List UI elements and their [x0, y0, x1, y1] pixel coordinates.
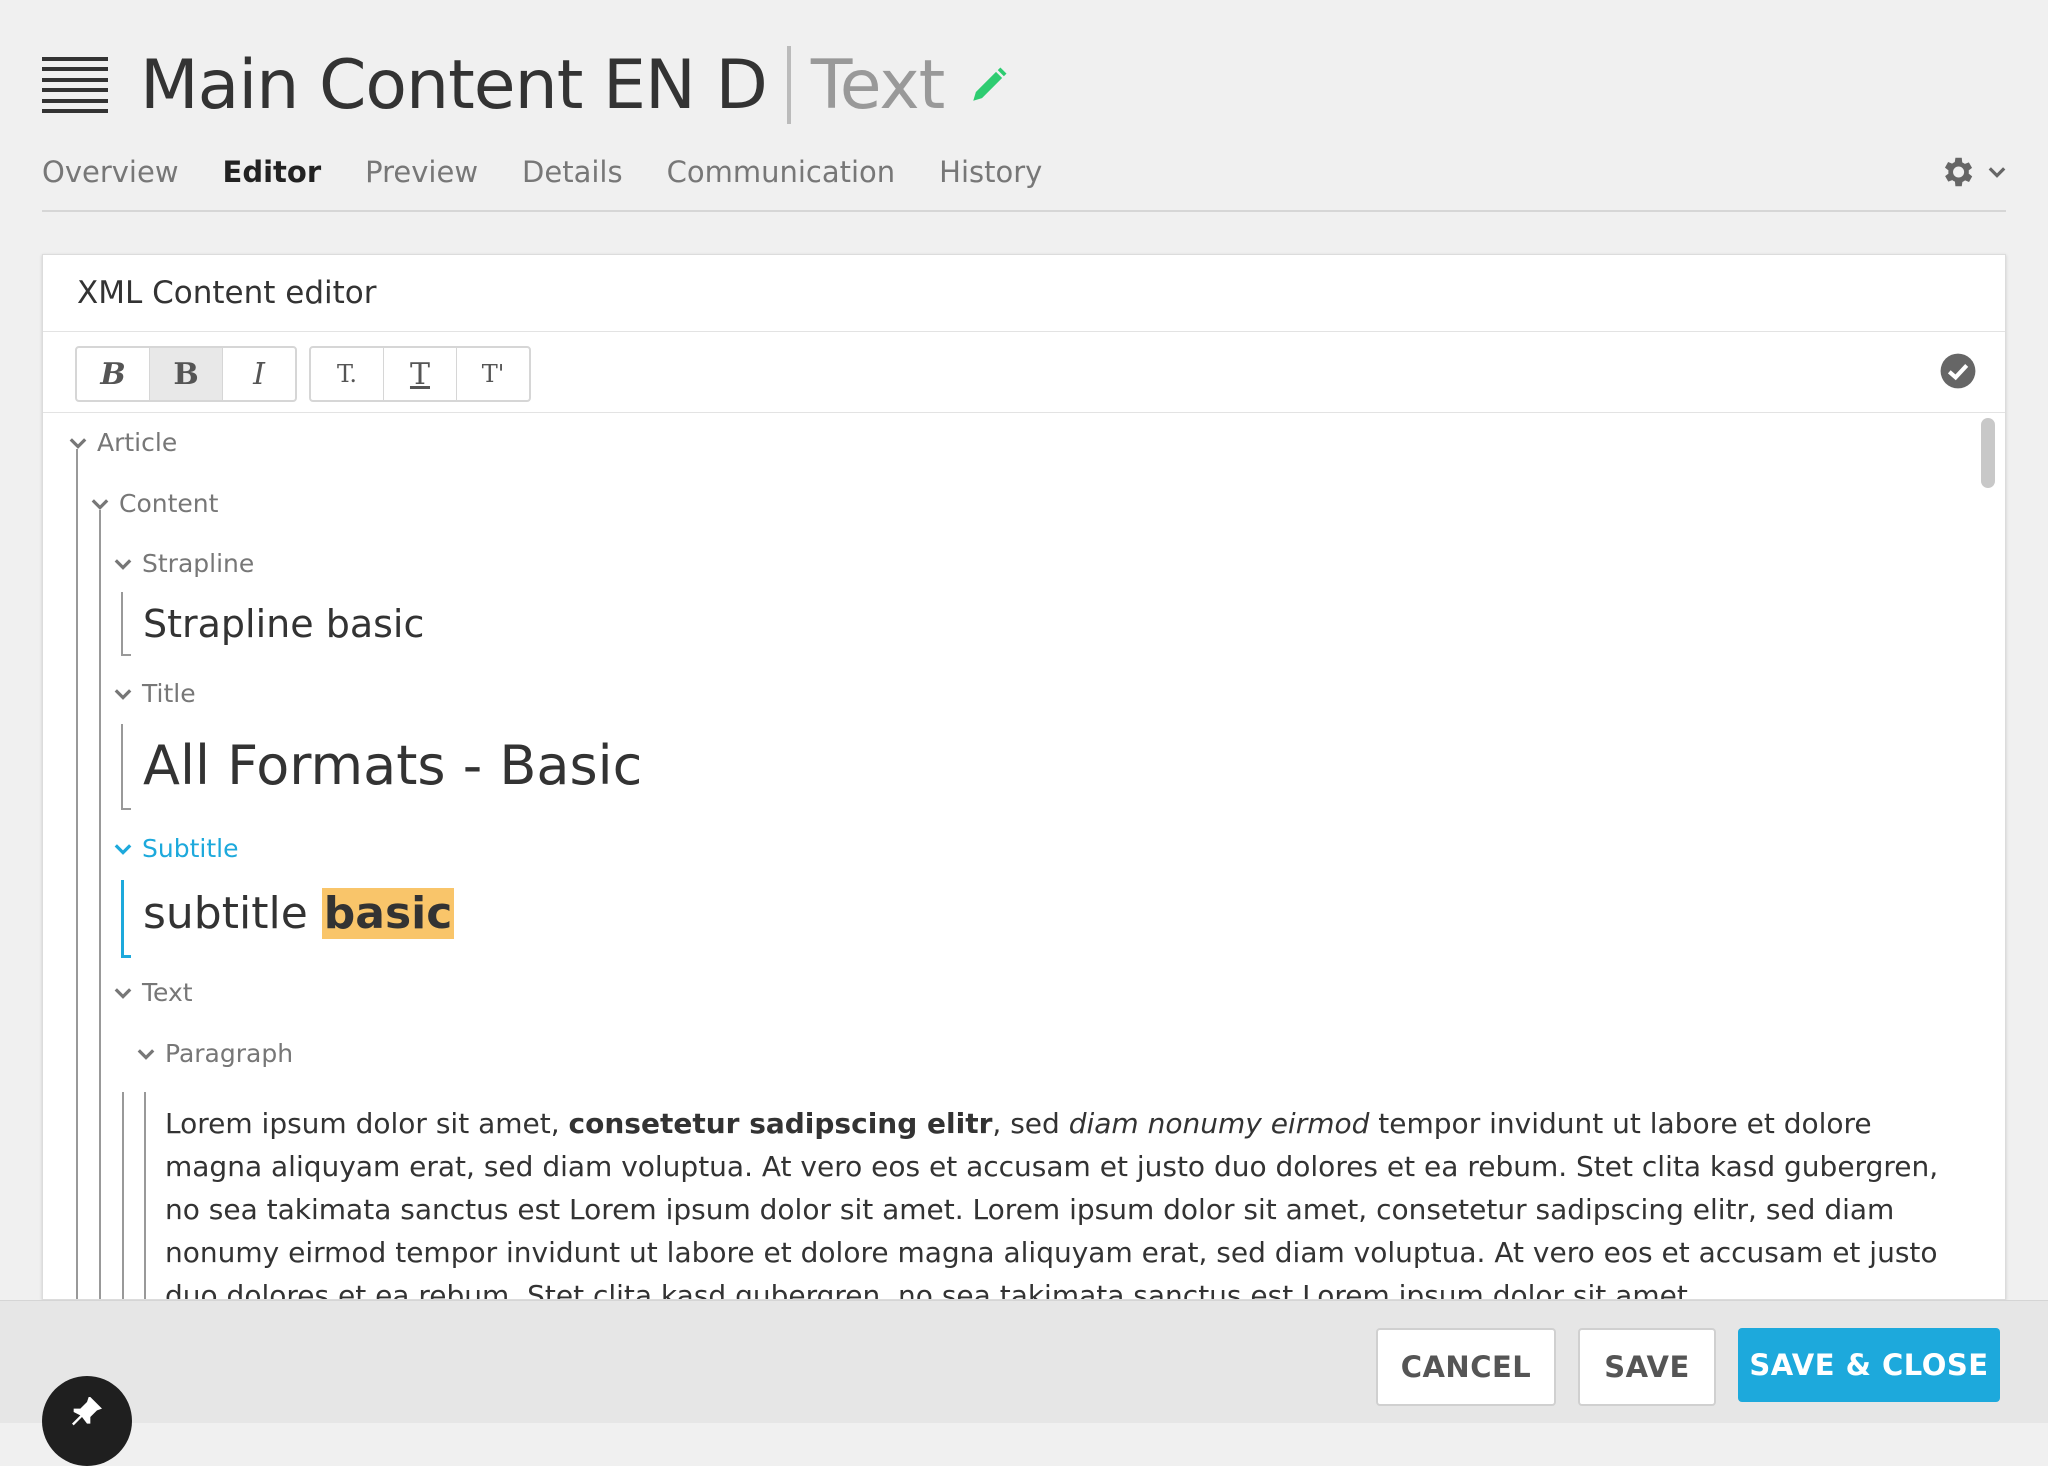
paragraph-text: , sed: [992, 1107, 1069, 1140]
chevron-down-icon: [69, 437, 87, 449]
page-title: Main Content EN D: [140, 45, 768, 125]
node-label: Subtitle: [142, 834, 239, 863]
settings-menu[interactable]: [1938, 150, 2006, 194]
page-header: Main Content EN D Text: [42, 40, 1010, 130]
tree-node-text[interactable]: Text: [114, 978, 193, 1007]
chevron-down-icon: [114, 843, 132, 855]
subscript-button[interactable]: T.: [311, 348, 384, 400]
tab-preview[interactable]: Preview: [365, 150, 478, 194]
xml-tree: Article Content Strapline Strapline basi…: [43, 412, 2005, 1299]
tab-history[interactable]: History: [939, 150, 1042, 194]
paragraph-italic-text: diam nonumy eirmod: [1068, 1107, 1370, 1140]
chevron-down-icon: [114, 688, 132, 700]
menu-icon[interactable]: [42, 57, 108, 113]
bold-italic-button[interactable]: B: [77, 348, 150, 400]
pin-button[interactable]: [42, 1376, 132, 1466]
tab-bar: Overview Editor Preview Details Communic…: [42, 150, 1086, 194]
underline-button[interactable]: T: [384, 348, 457, 400]
chevron-down-icon: [137, 1048, 155, 1060]
tree-node-strapline[interactable]: Strapline: [114, 549, 254, 578]
save-and-close-button[interactable]: SAVE & CLOSE: [1738, 1328, 2000, 1402]
xml-editor-panel: XML Content editor B B I T. T T' Article: [42, 254, 2006, 1300]
title-value[interactable]: All Formats - Basic: [143, 734, 642, 797]
tree-guide-article: [76, 449, 78, 1299]
node-label: Content: [119, 489, 219, 518]
subtitle-highlighted-text: basic: [321, 888, 455, 939]
chevron-down-icon: [114, 987, 132, 999]
chevron-down-icon: [91, 498, 109, 510]
paragraph-value[interactable]: Lorem ipsum dolor sit amet, consetetur s…: [165, 1102, 1975, 1299]
cancel-button[interactable]: CANCEL: [1376, 1328, 1556, 1406]
tab-communication[interactable]: Communication: [667, 150, 896, 194]
strapline-value[interactable]: Strapline basic: [143, 602, 424, 646]
tab-details[interactable]: Details: [522, 150, 623, 194]
save-button[interactable]: SAVE: [1578, 1328, 1716, 1406]
node-label: Article: [97, 428, 178, 457]
chevron-down-icon: [114, 558, 132, 570]
tree-guide-text: [122, 1092, 124, 1299]
title-bracket: [121, 724, 133, 810]
title-divider: [786, 46, 791, 124]
node-label: Text: [142, 978, 193, 1007]
tree-node-paragraph[interactable]: Paragraph: [137, 1039, 293, 1068]
pencil-icon[interactable]: [968, 64, 1010, 106]
tree-node-subtitle[interactable]: Subtitle: [114, 834, 238, 863]
format-toolbar: B B I T. T T': [43, 332, 2005, 413]
subtitle-bracket: [121, 880, 134, 958]
tree-guide-paragraph: [144, 1092, 146, 1299]
subtitle-plain-text: subtitle: [143, 888, 322, 939]
action-footer: CANCEL SAVE SAVE & CLOSE: [0, 1300, 2048, 1423]
italic-button[interactable]: I: [223, 348, 295, 400]
tree-node-title[interactable]: Title: [114, 679, 196, 708]
text-script-group: T. T T': [309, 346, 531, 402]
subtitle-value[interactable]: subtitle basic: [143, 888, 455, 939]
text-style-group: B B I: [75, 346, 297, 402]
content-type-label: Text: [810, 45, 946, 125]
tree-node-article[interactable]: Article: [69, 428, 177, 457]
panel-title: XML Content editor: [43, 255, 2005, 332]
pin-icon: [72, 1397, 102, 1426]
tabs-divider: [42, 210, 2006, 212]
bold-button[interactable]: B: [150, 348, 223, 400]
paragraph-text: Lorem ipsum dolor sit amet,: [165, 1107, 569, 1140]
tab-editor[interactable]: Editor: [223, 150, 322, 194]
node-label: Paragraph: [165, 1039, 294, 1068]
tree-guide-content: [99, 510, 101, 1299]
chevron-down-icon: [1988, 167, 2006, 178]
scrollbar-thumb[interactable]: [1981, 418, 1995, 488]
tree-node-content[interactable]: Content: [91, 489, 218, 518]
tab-overview[interactable]: Overview: [42, 150, 179, 194]
strapline-bracket: [121, 592, 133, 656]
node-label: Title: [142, 679, 196, 708]
gear-icon: [1944, 157, 1973, 187]
check-circle-icon[interactable]: [1939, 352, 1977, 390]
superscript-button[interactable]: T': [457, 348, 529, 400]
paragraph-bold-text: consetetur sadipscing elitr: [568, 1107, 993, 1140]
node-label: Strapline: [142, 549, 255, 578]
